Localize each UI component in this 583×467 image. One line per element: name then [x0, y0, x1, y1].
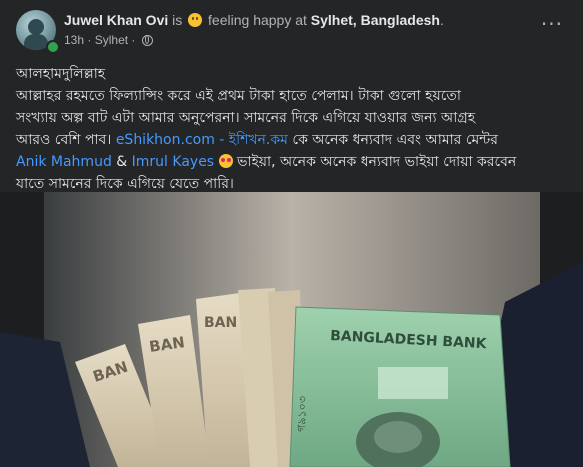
text-line-4: আরও বেশি পাব। eShikhon.com - ইশিখন.কম কে…: [16, 129, 576, 151]
post-meta: 13h · Sylhet ·: [64, 33, 153, 47]
post-time[interactable]: 13h: [64, 33, 84, 47]
banknotes-photo: BAN BAN BAN BANGLADESH BANK গ৯১০৩: [0, 192, 583, 467]
eshikhon-link[interactable]: eShikhon.com - ইশিখন.কম: [116, 132, 288, 148]
activity-feeling: feeling happy at: [208, 12, 307, 28]
meta-separator-2: ·: [131, 33, 136, 47]
ellipsis-icon: ···: [540, 12, 563, 36]
header-line: Juwel Khan Ovi is feeling happy at Sylhe…: [64, 12, 444, 28]
online-status-icon: [46, 40, 60, 54]
imrul-kayes-link[interactable]: Imrul Kayes: [132, 154, 214, 170]
location-period: .: [439, 12, 444, 28]
meta-separator: ·: [87, 33, 92, 47]
text-line-4-start: আরও বেশি পাব।: [16, 132, 116, 148]
text-line-5-end: ভাইয়া, অনেক অনেক ধন্যবাদ ভাইয়া দোয়া ক…: [232, 154, 517, 170]
text-line-1: আলহামদুলিল্লাহ: [16, 66, 106, 82]
smile-emoji-icon: [188, 13, 203, 27]
activity-is: is: [172, 12, 183, 28]
more-options-button[interactable]: ···: [541, 14, 563, 34]
post-text: আলহামদুলিল্লাহ আল্লাহর রহমতে ফিল্যান্সিং…: [16, 63, 576, 195]
ampersand: &: [111, 154, 132, 170]
text-line-3: সংখ্যায় অল্প বাট এটা আমার অনুপেরনা। সাম…: [16, 110, 476, 126]
text-line-4-end: কে অনেক ধন্যবাদ এবং আমার মেন্টর: [287, 132, 498, 148]
heart-eyes-emoji-icon: [218, 154, 233, 168]
post-place: Sylhet: [94, 33, 129, 47]
text-line-2: আল্লাহর রহমতে ফিল্যান্সিং করে এই প্রথম ট…: [16, 88, 461, 104]
location-link[interactable]: Sylhet, Bangladesh: [311, 12, 440, 28]
avatar-body: [24, 34, 48, 50]
post-photo[interactable]: BAN BAN BAN BANGLADESH BANK গ৯১০৩: [0, 192, 583, 467]
anik-mahmud-link[interactable]: Anik Mahmud: [16, 154, 112, 170]
globe-icon[interactable]: [141, 35, 153, 46]
text-line-5: Anik Mahmud & Imrul Kayes ভাইয়া, অনেক অ…: [16, 151, 576, 173]
post-header: Juwel Khan Ovi is feeling happy at Sylhe…: [0, 0, 583, 60]
author-name[interactable]: Juwel Khan Ovi: [64, 12, 168, 28]
post-card: Juwel Khan Ovi is feeling happy at Sylhe…: [0, 0, 583, 467]
note-serial: গ৯১০৩: [295, 396, 309, 432]
avatar-head: [28, 19, 44, 35]
note-label-3: BAN: [204, 315, 237, 331]
